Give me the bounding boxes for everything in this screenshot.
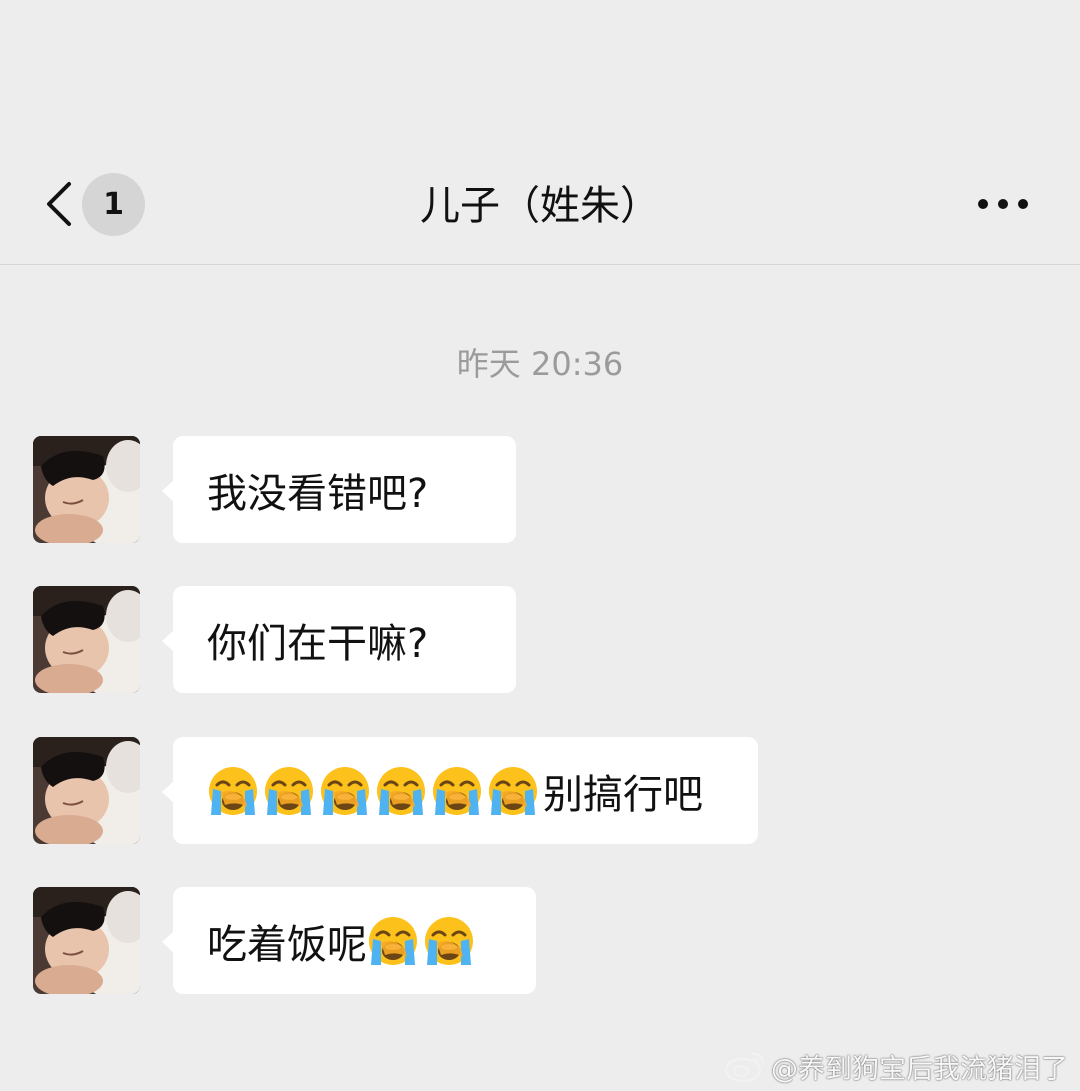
chat-title: 儿子（姓朱） xyxy=(420,183,660,229)
message-text: 吃着饭呢 xyxy=(207,921,367,968)
loudly-crying-face-icon xyxy=(367,915,419,967)
avatar[interactable] xyxy=(33,887,140,994)
message-timestamp: 昨天 20:36 xyxy=(456,345,624,383)
chat-header: 1 儿子（姓朱） xyxy=(0,0,1080,265)
message-bubble[interactable]: 你们在干嘛? xyxy=(162,586,516,693)
loudly-crying-face-icon xyxy=(263,765,315,817)
loudly-crying-face-icon xyxy=(431,765,483,817)
avatar[interactable] xyxy=(33,737,140,844)
weibo-logo-icon xyxy=(724,1052,765,1083)
loudly-crying-face-icon xyxy=(207,765,259,817)
loudly-crying-face-icon xyxy=(375,765,427,817)
more-options-button[interactable] xyxy=(968,182,1038,226)
message-text: 我没看错吧? xyxy=(207,470,429,517)
message-bubble[interactable]: 别搞行吧 xyxy=(162,737,758,844)
emoji-group xyxy=(207,765,543,817)
message-bubble[interactable]: 吃着饭呢 xyxy=(162,887,536,994)
loudly-crying-face-icon xyxy=(319,765,371,817)
message-text: 你们在干嘛? xyxy=(207,620,429,667)
loudly-crying-face-icon xyxy=(487,765,539,817)
more-dots-icon xyxy=(978,199,1028,209)
message-text: 别搞行吧 xyxy=(543,771,703,818)
message-bubble[interactable]: 我没看错吧? xyxy=(162,436,516,543)
watermark: @养到狗宝后我流猪泪了 xyxy=(723,1046,1068,1086)
emoji-group xyxy=(367,915,479,967)
loudly-crying-face-icon xyxy=(423,915,475,967)
watermark-text: @养到狗宝后我流猪泪了 xyxy=(771,1053,1068,1085)
avatar[interactable] xyxy=(33,436,140,543)
avatar[interactable] xyxy=(33,586,140,693)
